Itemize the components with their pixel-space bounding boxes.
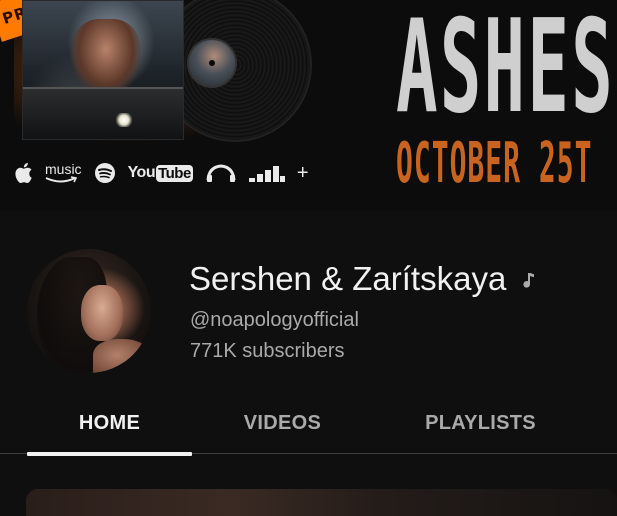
tab-playlists-label: PLAYLISTS	[425, 411, 536, 434]
active-tab-indicator	[27, 452, 192, 456]
channel-handle: @noapologyofficial	[190, 309, 359, 331]
channel-name: Sershen & Zarítskaya	[189, 260, 507, 297]
channel-tabs: HOME VIDEOS PLAYLISTS	[0, 392, 617, 456]
deezer-icon	[248, 163, 285, 183]
featured-video-thumbnail[interactable]	[26, 489, 617, 516]
youtube-logo: You Tube	[127, 164, 193, 182]
tab-videos-label: VIDEOS	[243, 411, 322, 434]
more-platforms-icon: +	[296, 162, 309, 184]
tab-home-label: HOME	[78, 411, 141, 434]
apple-icon	[13, 161, 33, 185]
streaming-platforms: music You Tube +	[13, 158, 309, 188]
tab-videos[interactable]: VIDEOS	[200, 392, 365, 454]
vinyl-hole	[209, 60, 215, 66]
cover-figure	[71, 19, 141, 95]
channel-page: PRE music You Tube + ASHES OCTOBER 25T S…	[0, 0, 617, 516]
audiomack-icon	[205, 163, 237, 183]
tab-playlists[interactable]: PLAYLISTS	[398, 392, 563, 454]
avatar-shoulder	[93, 339, 151, 373]
cover-headlight	[115, 113, 133, 127]
album-cover-art	[22, 0, 184, 140]
cover-car	[23, 87, 183, 139]
channel-avatar[interactable]	[27, 249, 151, 373]
release-date: OCTOBER 25T	[396, 131, 593, 196]
album-title: ASHES	[396, 0, 615, 142]
amazon-music-icon: music	[45, 162, 82, 184]
channel-name-row: Sershen & Zarítskaya	[189, 258, 536, 300]
channel-banner: PRE music You Tube + ASHES OCTOBER 25T	[0, 0, 617, 211]
avatar-face	[81, 285, 123, 341]
tab-home[interactable]: HOME	[27, 392, 192, 456]
subscriber-count: 771K subscribers	[190, 340, 345, 362]
spotify-icon	[94, 162, 116, 184]
music-note-icon	[520, 272, 536, 290]
